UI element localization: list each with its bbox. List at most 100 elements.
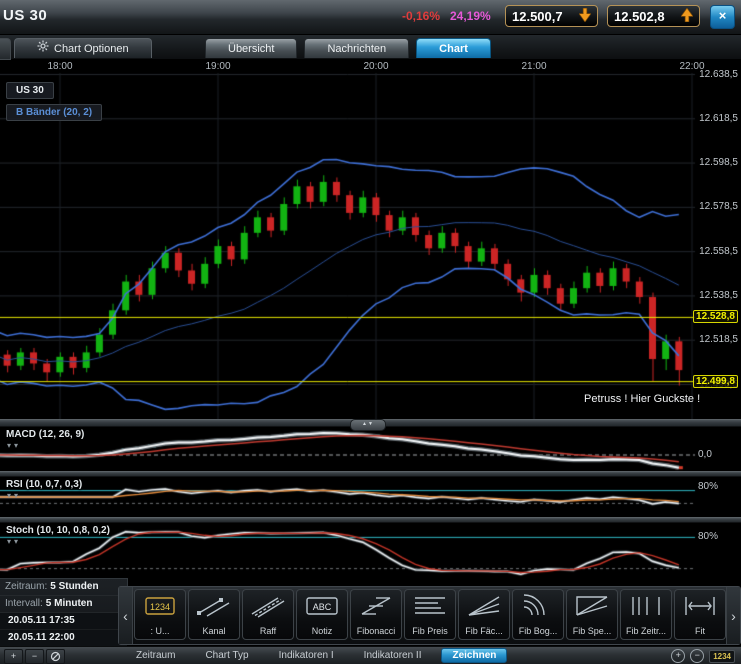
statusbar-tab-chart-typ[interactable]: Chart Typ xyxy=(195,648,258,663)
statusbar-tab-indikatoren-i[interactable]: Indikatoren I xyxy=(269,648,344,663)
tool-fit[interactable]: Fit xyxy=(674,589,726,640)
price-tick: 12.558,5 xyxy=(696,246,738,257)
rsi-collapse-icons[interactable]: ▾▾ xyxy=(7,491,21,500)
info-row: Intervall:5 Minuten▲▼ xyxy=(0,596,127,613)
fib-icon xyxy=(356,593,396,619)
info-value: 20.05.11 22:00 xyxy=(8,632,75,643)
circle-minus-icon[interactable]: − xyxy=(690,649,704,663)
tool-numbers[interactable]: 1234 : U... xyxy=(134,589,186,640)
toolbar-scroll-right-icon[interactable]: › xyxy=(726,587,740,644)
price-tick: 12.518,5 xyxy=(696,334,738,345)
abc-icon: ABC xyxy=(302,593,342,619)
info-value: 5 Stunden xyxy=(50,581,98,592)
tool-label: Fib Zeitr... xyxy=(626,626,666,639)
panel-divider[interactable] xyxy=(0,517,741,523)
circle-plus-icon[interactable]: + xyxy=(671,649,685,663)
info-value: 5 Minuten xyxy=(46,598,93,609)
macd-panel-canvas[interactable] xyxy=(0,427,741,471)
tool-fib-fan[interactable]: Fib Fäc... xyxy=(458,589,510,640)
fit-icon xyxy=(680,593,720,619)
info-row: Zeitraum:5 Stunden xyxy=(0,579,127,596)
chart-annotation: Petruss ! Hier Guckste ! xyxy=(584,393,700,405)
tool-label: Kanal xyxy=(202,626,225,639)
numbers-1234-button[interactable]: 1234 xyxy=(709,650,735,663)
channel-icon xyxy=(194,593,234,619)
price-line-label[interactable]: 12.528,8 xyxy=(693,310,738,323)
toolbar-scroll-left-icon[interactable]: ‹ xyxy=(119,587,133,644)
tool-raff[interactable]: Raff xyxy=(242,589,294,640)
stoch-collapse-icons[interactable]: ▾▾ xyxy=(7,537,21,546)
price-chart-canvas[interactable] xyxy=(0,59,741,419)
tool-abc[interactable]: ABCNotiz xyxy=(296,589,348,640)
svg-text:1234: 1234 xyxy=(150,602,170,612)
legend-symbol[interactable]: US 30 xyxy=(6,82,54,99)
tab-chart-options[interactable]: Chart Optionen xyxy=(14,38,152,58)
statusbar-zoom-group: + − xyxy=(4,649,67,664)
svg-text:ABC: ABC xyxy=(313,602,332,612)
change-percent: -0,16% xyxy=(402,9,440,23)
tab-stub[interactable] xyxy=(0,38,11,60)
tool-label: Fib Bog... xyxy=(519,626,558,639)
zoom-out-button[interactable]: − xyxy=(25,649,44,664)
fib-time-icon xyxy=(626,593,666,619)
tool-fib-time[interactable]: Fib Zeitr... xyxy=(620,589,672,640)
price-line-label[interactable]: 12.499,8 xyxy=(693,375,738,388)
tab-übersicht[interactable]: Übersicht xyxy=(205,38,297,58)
tool-label: Fibonacci xyxy=(357,626,396,639)
raff-icon xyxy=(248,593,288,619)
sell-price-button[interactable]: 12.500,7 xyxy=(505,5,598,27)
rsi-panel-canvas[interactable] xyxy=(0,477,741,517)
price-tick: 12.638,5 xyxy=(696,69,738,80)
panel-divider[interactable] xyxy=(0,471,741,477)
tool-label: : U... xyxy=(150,626,169,639)
info-row: 20.05.11 17:35 xyxy=(0,613,127,630)
fib-arc-icon xyxy=(518,593,558,619)
price-tick: 12.578,5 xyxy=(696,201,738,212)
fib-price-icon xyxy=(410,593,450,619)
tab-chart[interactable]: Chart xyxy=(416,38,491,58)
tab-chart-options-label: Chart Optionen xyxy=(54,39,129,59)
tab-nachrichten[interactable]: Nachrichten xyxy=(304,38,409,58)
chart-info-box: Zeitraum:5 StundenIntervall:5 Minuten▲▼2… xyxy=(0,578,128,645)
window-header: US 30 -0,16% 24,19% 12.500,7 12.502,8 × xyxy=(0,0,741,35)
tool-label: Fit xyxy=(695,626,705,639)
tool-channel[interactable]: Kanal xyxy=(188,589,240,640)
fib-fan-icon xyxy=(464,593,504,619)
stoch-level-label: 80% xyxy=(698,531,738,542)
info-label: Zeitraum: xyxy=(5,581,47,592)
tool-label: Fib Preis xyxy=(412,626,448,639)
drawing-toolbar: ‹ 1234 : U... Kanal RaffABCNotiz Fibonacci Fi… xyxy=(118,586,741,645)
tool-label: Fib Fäc... xyxy=(465,626,503,639)
macd-collapse-icons[interactable]: ▾▾ xyxy=(7,441,21,450)
info-value: 20.05.11 17:35 xyxy=(8,615,75,626)
stoch-panel-canvas[interactable] xyxy=(0,523,741,583)
instrument-title: US 30 xyxy=(3,7,47,24)
statusbar-tab-zeitraum[interactable]: Zeitraum xyxy=(126,648,185,663)
tool-fib-price[interactable]: Fib Preis xyxy=(404,589,456,640)
close-button[interactable]: × xyxy=(710,5,735,29)
buy-price-button[interactable]: 12.502,8 xyxy=(607,5,700,27)
statusbar-tab-zeichnen[interactable]: Zeichnen xyxy=(441,648,507,663)
statusbar-right-group: + − 1234 xyxy=(671,649,735,663)
sell-price-value: 12.500,7 xyxy=(512,9,563,24)
rsi-level-label: 80% xyxy=(698,481,738,492)
macd-label: MACD (12, 26, 9) xyxy=(6,429,84,440)
tool-label: Fib Spe... xyxy=(573,626,612,639)
rsi-label: RSI (10, 0,7, 0,3) xyxy=(6,479,82,490)
legend-bollinger[interactable]: B Bänder (20, 2) xyxy=(6,104,102,121)
divider-handle-icon[interactable]: ▲▼ xyxy=(350,419,386,431)
zoom-in-button[interactable]: + xyxy=(4,649,23,664)
info-row: 20.05.11 22:00 xyxy=(0,630,127,647)
time-tick: 19:00 xyxy=(198,61,238,72)
time-tick: 20:00 xyxy=(356,61,396,72)
tool-fib-arc[interactable]: Fib Bog... xyxy=(512,589,564,640)
macd-zero-label: 0,0 xyxy=(698,449,738,460)
fib-speed-icon xyxy=(572,593,612,619)
panel-divider[interactable]: ▲▼ xyxy=(0,419,741,427)
statusbar-tab-indikatoren-ii[interactable]: Indikatoren II xyxy=(354,648,432,663)
tool-fib[interactable]: Fibonacci xyxy=(350,589,402,640)
reset-view-button[interactable] xyxy=(46,649,65,664)
trading-chart-window: US 30 -0,16% 24,19% 12.500,7 12.502,8 × … xyxy=(0,0,741,664)
tool-fib-speed[interactable]: Fib Spe... xyxy=(566,589,618,640)
gear-icon xyxy=(37,39,49,59)
